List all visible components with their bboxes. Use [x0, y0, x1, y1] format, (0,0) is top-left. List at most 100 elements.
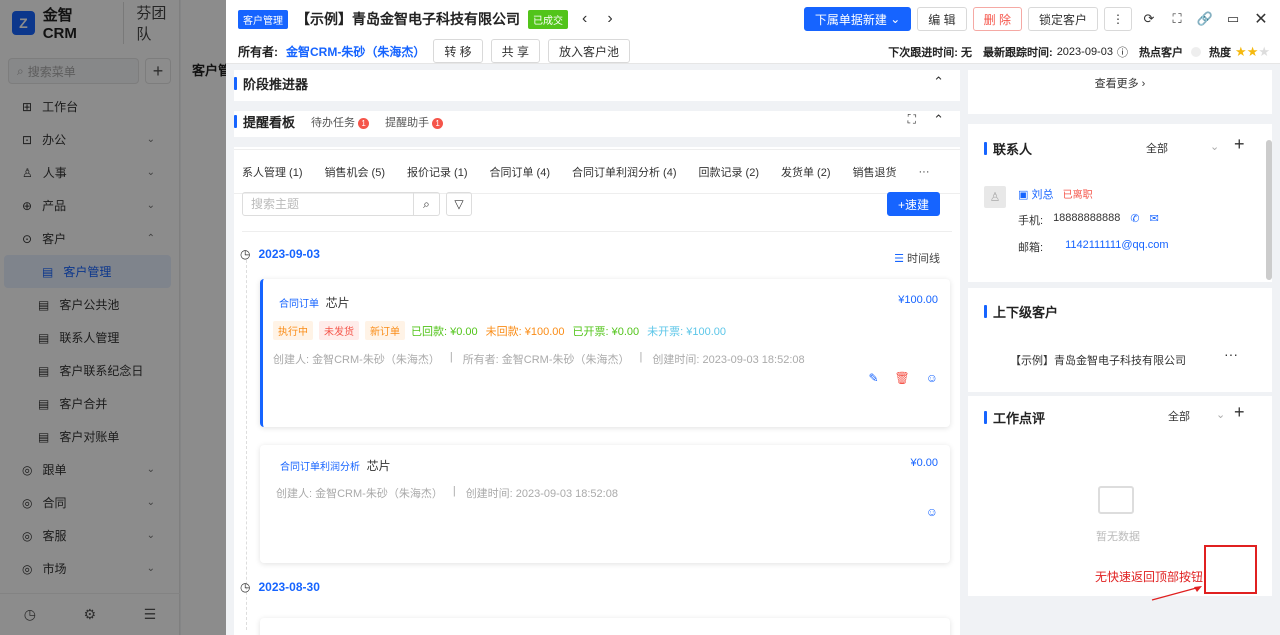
star-icon[interactable]: ★ — [1235, 44, 1247, 59]
timeline-icon: ☰ — [894, 253, 904, 265]
scrollbar[interactable] — [1266, 140, 1272, 280]
edit-button[interactable]: 编 辑 — [917, 7, 967, 31]
related-tab[interactable]: 合同订单 (4) — [490, 164, 551, 180]
phone-icon[interactable]: ✆ — [1130, 212, 1139, 228]
edit-icon[interactable]: ✎ — [868, 371, 878, 385]
annotation-arrow — [1151, 586, 1202, 601]
owner-value[interactable]: 金智CRM-朱砂（朱海杰） — [286, 43, 425, 60]
related-tab[interactable]: ··· — [919, 166, 930, 178]
related-tab[interactable]: 回款记录 (2) — [699, 164, 760, 180]
search-icon[interactable]: ⌕ — [414, 192, 440, 216]
card-title: 芯片 — [325, 296, 350, 310]
card-contract-order[interactable]: 合同订单 芯片 ¥100.00 执行中 未发货 新订单 已回款: ¥0.00 未回款: … — [260, 279, 950, 427]
message-icon[interactable]: ✉ — [1150, 212, 1159, 228]
lock-customer-button[interactable]: 锁定客户 — [1027, 7, 1098, 31]
close-icon[interactable]: ✕ — [1250, 8, 1272, 30]
owner-label: 所有者: — [238, 44, 278, 59]
related-tab[interactable]: 销售机会 (5) — [325, 164, 386, 180]
stat-value: 未开票: ¥100.00 — [647, 325, 727, 338]
put-in-pool-button[interactable]: 放入客户池 — [548, 39, 631, 63]
add-contact-icon[interactable]: + — [1234, 134, 1245, 155]
card-amount: ¥100.00 — [898, 294, 938, 306]
window-icon[interactable]: ▭ — [1222, 8, 1244, 30]
card-created-time: 创建时间: 2023-09-03 18:52:08 — [652, 354, 805, 366]
subject-search-input[interactable]: 搜索主题 — [242, 192, 414, 216]
collapse-up-icon[interactable]: ⌃ — [933, 74, 944, 90]
related-title: 上下级客户 — [993, 305, 1059, 320]
more-icon[interactable]: ··· — [1224, 346, 1238, 362]
fullscreen-icon[interactable]: ⛶ — [1166, 8, 1188, 30]
timeline-date: ◷ 2023-08-30 — [240, 580, 320, 594]
related-tab[interactable]: 报价记录 (1) — [407, 164, 468, 180]
email-value[interactable]: 1142111111@qq.com — [1065, 239, 1169, 255]
refresh-icon[interactable]: ⟳ — [1138, 8, 1160, 30]
review-title: 工作点评 — [993, 411, 1046, 426]
next-icon[interactable]: › — [607, 10, 612, 28]
last-follow-value: 2023-09-03 — [1056, 46, 1113, 58]
related-tabs: 系人管理 (1) 销售机会 (5) 报价记录 (1) 合同订单 (4) 合同订单利润分析… — [234, 149, 960, 194]
phone-label: 手机: — [1018, 215, 1044, 227]
board-title: 提醒看板 — [243, 115, 296, 130]
add-review-icon[interactable]: + — [1234, 402, 1245, 423]
timeline-date: ◷ 2023-09-03 — [240, 247, 320, 261]
heat-label: 热度 — [1209, 47, 1232, 59]
view-more-link[interactable]: 查看更多 › — [968, 70, 1272, 98]
filter-icon[interactable]: ▽ — [446, 192, 472, 216]
contacts-section: 联系人 全部 ⌄ + ♙ ▣ 刘总 已离职 手机: 18888888888 ✆ … — [968, 124, 1272, 282]
contact-name[interactable]: 刘总 — [1031, 189, 1053, 201]
stat-value: 未回款: ¥100.00 — [485, 325, 565, 338]
email-label: 邮箱: — [1018, 242, 1044, 254]
delete-button[interactable]: 删 除 — [972, 7, 1022, 31]
share-button[interactable]: 共 享 — [490, 39, 541, 63]
module-tag: 客户管理 — [238, 9, 288, 29]
status-badge: 已成交 — [528, 9, 568, 29]
timeline-toggle[interactable]: ☰ 时间线 — [894, 250, 940, 266]
hot-toggle[interactable] — [1191, 47, 1202, 57]
quick-create-button[interactable]: +速建 — [886, 192, 940, 216]
star-icon[interactable]: ★ — [1258, 44, 1270, 59]
card-owner: 所有者: 金智CRM-朱砂（朱海杰） — [462, 354, 630, 366]
subject-search: 搜索主题 ⌕ ▽ — [242, 192, 472, 216]
more-section: 查看更多 › — [968, 70, 1272, 114]
contact-status: 已离职 — [1062, 190, 1093, 201]
contacts-filter[interactable]: 全部 — [1146, 140, 1168, 156]
related-tab[interactable]: 合同订单利润分析 (4) — [572, 164, 677, 180]
collapse-board-icon[interactable]: ⌃ — [933, 112, 944, 128]
more-icon[interactable]: ⋮ — [1104, 7, 1132, 31]
heat-stars[interactable]: ★★★ — [1235, 44, 1270, 60]
transfer-button[interactable]: 转 移 — [433, 39, 483, 63]
empty-text: 暂无数据 — [1096, 531, 1140, 543]
related-tab[interactable]: 发货单 (2) — [781, 164, 831, 180]
annotation-box — [1204, 545, 1257, 594]
stage-title: 阶段推进器 — [243, 77, 309, 92]
chevron-down-icon[interactable]: ⌄ — [1216, 408, 1225, 421]
annotation-text: 无快速返回顶部按钮 — [1095, 570, 1204, 584]
card-type: 合同订单利润分析 — [280, 462, 360, 473]
empty-inbox-icon — [1098, 486, 1134, 514]
expand-icon[interactable]: ⛶ — [908, 112, 916, 127]
delete-icon[interactable]: 🗑 — [895, 371, 910, 385]
related-tab[interactable]: 销售退货 — [853, 164, 897, 180]
company-title: 【示例】青岛金智电子科技有限公司 — [296, 11, 520, 27]
prev-icon[interactable]: ‹ — [582, 10, 587, 28]
related-tab[interactable]: 系人管理 (1) — [242, 164, 303, 180]
comment-icon[interactable]: ☺ — [926, 505, 938, 519]
new-sub-doc-button[interactable]: 下属单据新建 ⌄ — [803, 7, 912, 31]
tab-reminder[interactable]: 提醒助手 1 — [385, 114, 444, 130]
star-icon[interactable]: ★ — [1247, 44, 1259, 59]
card-created-time: 创建时间: 2023-09-03 18:52:08 — [465, 488, 618, 500]
chevron-down-icon[interactable]: ⌄ — [1210, 140, 1219, 153]
customer-detail-drawer: 客户管理 【示例】青岛金智电子科技有限公司 已成交 ‹ › 下属单据新建 ⌄ 编… — [226, 0, 1280, 635]
card-title: 芯片 — [366, 459, 391, 473]
chevron-down-icon: ⌄ — [890, 12, 901, 26]
help-icon[interactable]: ⓘ — [1117, 44, 1128, 60]
review-filter[interactable]: 全部 — [1168, 408, 1190, 424]
card-profit-analysis[interactable]: 合同订单利润分析 芯片 ¥0.00 创建人: 金智CRM-朱砂（朱海杰） | 创建… — [260, 445, 950, 563]
board-section: 提醒看板 待办任务 1 提醒助手 1 — [234, 112, 444, 131]
related-company[interactable]: 【示例】青岛金智电子科技有限公司 — [1010, 352, 1186, 368]
comment-icon[interactable]: ☺ — [926, 371, 938, 385]
tab-todo[interactable]: 待办任务 1 — [311, 114, 370, 130]
phone-value: 18888888888 — [1053, 212, 1121, 224]
link-icon[interactable]: 🔗 — [1194, 8, 1216, 30]
clock-icon: ◷ — [240, 580, 251, 594]
